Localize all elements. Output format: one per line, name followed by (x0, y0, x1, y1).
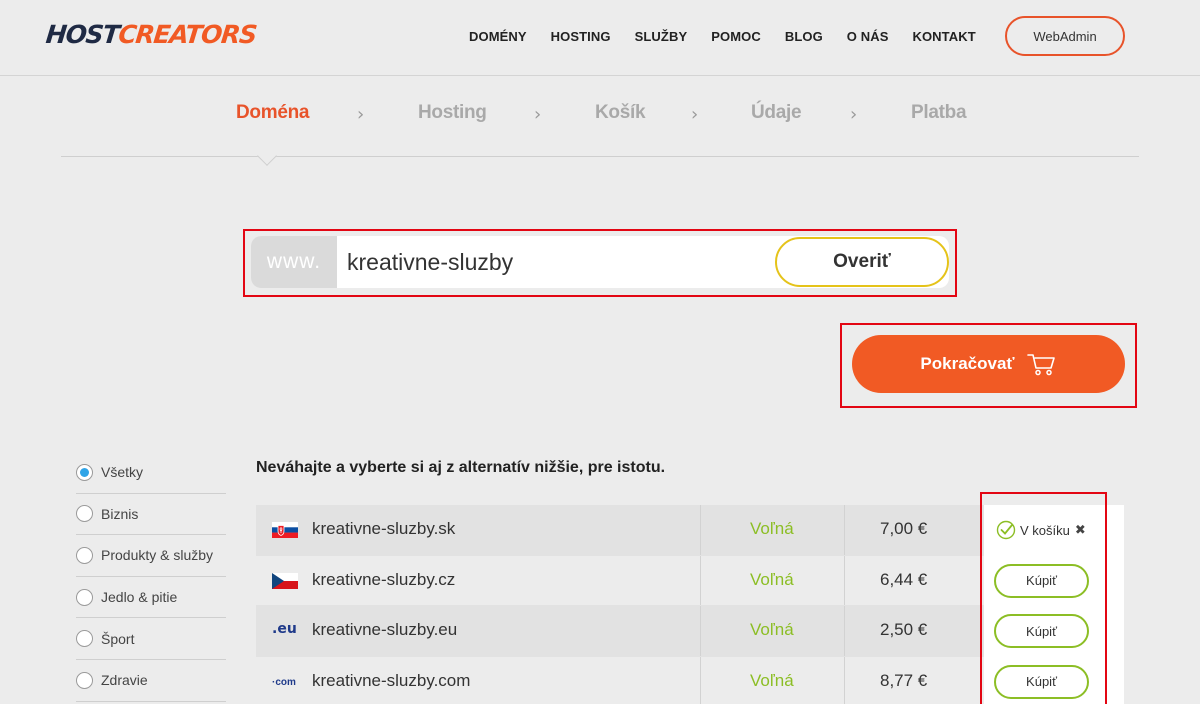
domain-search-input[interactable] (337, 236, 777, 288)
column-divider (844, 555, 845, 605)
main-nav: DOMÉNY HOSTING SLUŽBY POMOC BLOG O NÁS K… (469, 28, 1000, 46)
nav-blog[interactable]: BLOG (785, 28, 823, 46)
domain-search-box: www. Overiť (251, 236, 949, 288)
steps-divider (61, 156, 1139, 157)
nav-sluzby[interactable]: SLUŽBY (635, 28, 688, 46)
filter-biznis[interactable]: Biznis (76, 494, 226, 536)
continue-label: Pokračovať (920, 354, 1015, 373)
active-step-indicator (257, 146, 277, 166)
column-divider (844, 505, 845, 555)
hostcreators-logo[interactable]: HOSTCREATORS (44, 20, 258, 50)
step-platba: Platba (911, 102, 967, 123)
domain-price: 2,50 € (880, 620, 928, 639)
filter-label: Zdravie (101, 672, 148, 689)
category-filters: Všetky Biznis Produkty & služby Jedlo & … (76, 452, 226, 702)
slovakia-flag-icon (272, 522, 298, 538)
www-prefix: www. (251, 236, 337, 288)
domain-price: 6,44 € (880, 569, 928, 589)
radio-button[interactable] (76, 463, 93, 481)
availability-status: Voľná (750, 569, 794, 589)
continue-button[interactable]: Pokračovať (852, 335, 1125, 393)
nav-kontakt[interactable]: KONTAKT (912, 28, 975, 46)
column-divider (700, 606, 701, 656)
column-divider (700, 505, 701, 555)
filter-jedlo-pitie[interactable]: Jedlo & pitie (76, 577, 226, 619)
radio-button[interactable] (76, 588, 93, 606)
nav-pomoc[interactable]: POMOC (711, 28, 761, 46)
com-domain-logo-icon: ·com (272, 676, 296, 688)
filter-label: Jedlo & pitie (101, 589, 178, 606)
availability-status: Voľná (750, 670, 794, 690)
domain-name: kreativne-sluzby.cz (312, 569, 456, 589)
checkout-steps: Doména › Hosting › Košík › Údaje › Platb… (0, 102, 1200, 128)
actions-highlight-outline (980, 492, 1107, 704)
domain-name: kreativne-sluzby.sk (312, 519, 456, 538)
column-divider (844, 606, 845, 656)
column-divider (700, 656, 701, 704)
availability-status: Voľná (750, 620, 794, 639)
site-header: HOSTCREATORS DOMÉNY HOSTING SLUŽBY POMOC… (0, 0, 1200, 76)
domain-name: kreativne-sluzby.com (312, 670, 471, 690)
webadmin-button[interactable]: WebAdmin (1005, 16, 1125, 56)
filter-produkty-sluzby[interactable]: Produkty & služby (76, 535, 226, 577)
filter-label: Produkty & služby (101, 547, 214, 564)
logo-creators-text: CREATORS (116, 20, 258, 49)
radio-button[interactable] (76, 630, 93, 648)
nav-o-nas[interactable]: O NÁS (847, 28, 889, 46)
filter-label: Všetky (101, 464, 144, 481)
filter-zdravie[interactable]: Zdravie (76, 660, 226, 702)
chevron-right-icon: › (534, 104, 542, 125)
column-divider (844, 656, 845, 704)
domain-price: 8,77 € (880, 670, 928, 690)
nav-domeny[interactable]: DOMÉNY (469, 28, 527, 46)
results-title: Neváhajte a vyberte si aj z alternatív n… (256, 459, 666, 476)
chevron-right-icon: › (691, 104, 699, 125)
shopping-cart-icon (1026, 354, 1055, 376)
column-divider (700, 555, 701, 605)
step-udaje: Údaje (751, 102, 802, 123)
eu-domain-logo-icon: .eu (272, 621, 297, 637)
radio-button[interactable] (76, 546, 93, 564)
nav-hosting[interactable]: HOSTING (551, 28, 611, 46)
step-kosik: Košík (595, 102, 646, 123)
filter-label: Šport (101, 630, 135, 647)
step-hosting: Hosting (418, 102, 487, 123)
filter-sport[interactable]: Šport (76, 618, 226, 660)
filter-vsetky[interactable]: Všetky (76, 452, 226, 494)
verify-button[interactable]: Overiť (775, 237, 949, 287)
czech-flag-icon (272, 572, 298, 589)
filter-label: Biznis (101, 505, 139, 522)
radio-button[interactable] (76, 671, 93, 689)
domain-name: kreativne-sluzby.eu (312, 620, 458, 639)
step-domena: Doména (236, 102, 310, 123)
chevron-right-icon: › (357, 104, 365, 125)
domain-price: 7,00 € (880, 519, 928, 538)
logo-host-text: HOST (44, 20, 121, 49)
radio-button[interactable] (76, 505, 93, 523)
availability-status: Voľná (750, 519, 794, 538)
chevron-right-icon: › (850, 104, 858, 125)
